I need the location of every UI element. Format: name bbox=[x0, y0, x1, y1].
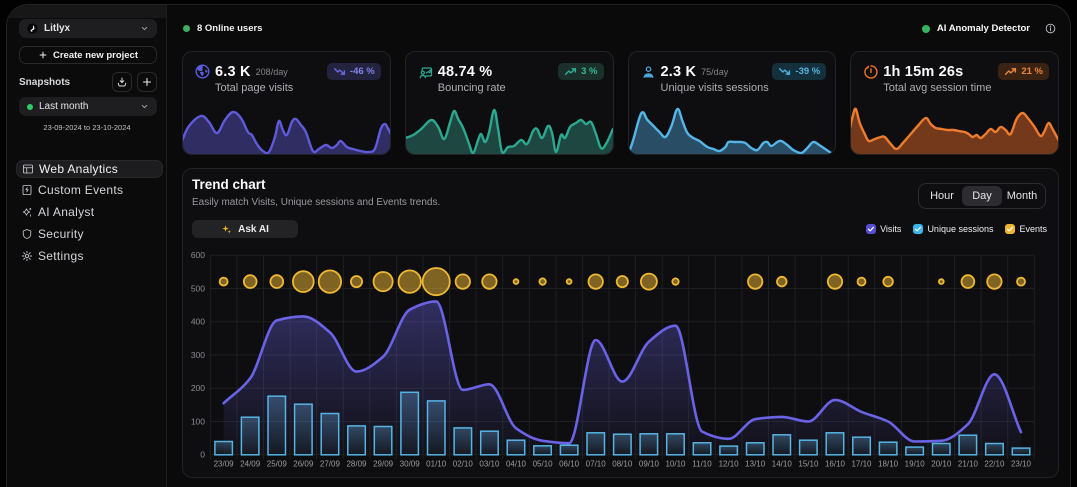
svg-text:0: 0 bbox=[200, 450, 205, 460]
svg-text:19/10: 19/10 bbox=[905, 460, 926, 469]
svg-text:28/09: 28/09 bbox=[346, 460, 367, 469]
svg-text:17/10: 17/10 bbox=[851, 460, 872, 469]
svg-text:27/09: 27/09 bbox=[320, 460, 341, 469]
svg-text:07/10: 07/10 bbox=[586, 460, 607, 469]
svg-text:300: 300 bbox=[191, 350, 205, 360]
svg-text:500: 500 bbox=[191, 283, 205, 293]
svg-text:20/10: 20/10 bbox=[931, 460, 952, 469]
svg-text:12/10: 12/10 bbox=[719, 460, 740, 469]
svg-text:23/10: 23/10 bbox=[1011, 460, 1032, 469]
svg-text:200: 200 bbox=[191, 383, 205, 393]
svg-text:10/10: 10/10 bbox=[665, 460, 686, 469]
svg-text:13/10: 13/10 bbox=[745, 460, 766, 469]
svg-text:02/10: 02/10 bbox=[453, 460, 474, 469]
svg-text:22/10: 22/10 bbox=[984, 460, 1005, 469]
svg-text:100: 100 bbox=[191, 416, 205, 426]
svg-text:29/09: 29/09 bbox=[373, 460, 394, 469]
svg-text:21/10: 21/10 bbox=[958, 460, 979, 469]
svg-text:01/10: 01/10 bbox=[426, 460, 447, 469]
svg-text:18/10: 18/10 bbox=[878, 460, 899, 469]
svg-text:08/10: 08/10 bbox=[612, 460, 633, 469]
svg-text:30/09: 30/09 bbox=[400, 460, 421, 469]
svg-text:16/10: 16/10 bbox=[825, 460, 846, 469]
svg-text:04/10: 04/10 bbox=[506, 460, 527, 469]
svg-text:25/09: 25/09 bbox=[267, 460, 288, 469]
svg-text:23/09: 23/09 bbox=[214, 460, 235, 469]
svg-text:06/10: 06/10 bbox=[559, 460, 580, 469]
svg-text:600: 600 bbox=[191, 250, 205, 260]
svg-text:03/10: 03/10 bbox=[479, 460, 500, 469]
svg-text:400: 400 bbox=[191, 317, 205, 327]
svg-text:26/09: 26/09 bbox=[293, 460, 314, 469]
svg-text:14/10: 14/10 bbox=[772, 460, 793, 469]
svg-text:24/09: 24/09 bbox=[240, 460, 261, 469]
svg-text:09/10: 09/10 bbox=[639, 460, 660, 469]
svg-text:05/10: 05/10 bbox=[533, 460, 554, 469]
svg-text:15/10: 15/10 bbox=[798, 460, 819, 469]
svg-text:11/10: 11/10 bbox=[692, 460, 712, 469]
